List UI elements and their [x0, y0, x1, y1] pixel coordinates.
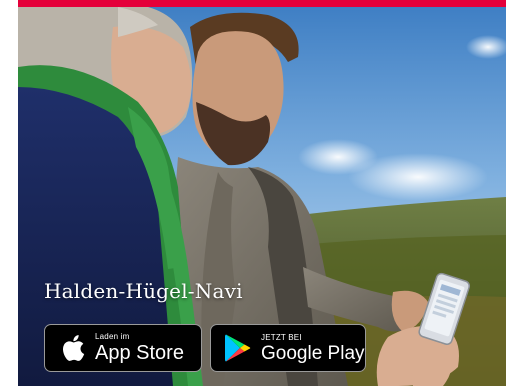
google-play-large-label: Google Play: [261, 342, 365, 364]
hero-banner: Halden-Hügel-Navi Laden im App Store JET…: [18, 7, 506, 386]
google-play-badge[interactable]: JETZT BEI Google Play: [210, 324, 366, 372]
google-play-small-label: JETZT BEI: [261, 332, 302, 342]
app-store-small-label: Laden im: [95, 332, 130, 341]
app-store-text: Laden im App Store: [95, 332, 184, 364]
app-store-large-label: App Store: [95, 342, 184, 364]
page: Halden-Hügel-Navi Laden im App Store JET…: [0, 0, 506, 386]
google-play-text: JETZT BEI Google Play: [261, 332, 365, 364]
app-store-badge[interactable]: Laden im App Store: [44, 324, 202, 372]
app-title: Halden-Hügel-Navi: [44, 279, 243, 303]
accent-bar: [18, 0, 506, 7]
google-play-icon: [221, 331, 255, 365]
apple-icon: [55, 331, 89, 365]
